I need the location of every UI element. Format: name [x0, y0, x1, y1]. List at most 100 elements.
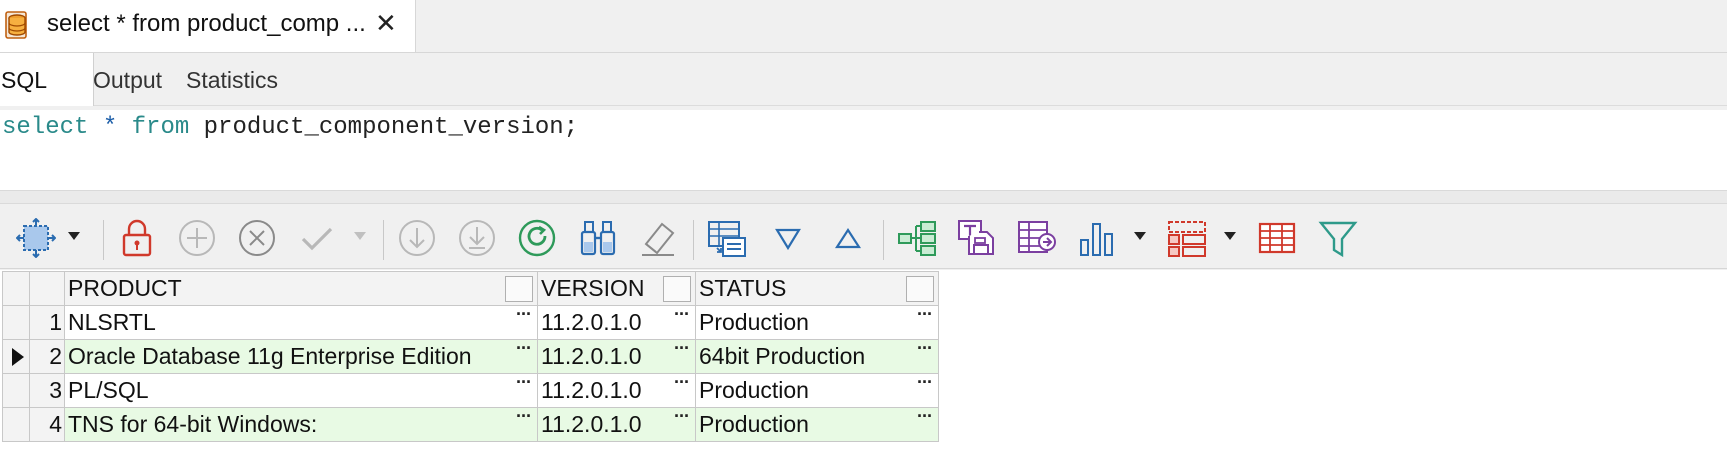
export-text-icon[interactable] [957, 218, 997, 258]
export-grid-icon[interactable] [1017, 218, 1057, 258]
sort-ascending-icon[interactable] [828, 218, 868, 258]
cell-text: 11.2.0.1.0 [541, 343, 642, 369]
cell-version[interactable]: 11.2.0.1.0 ··· [537, 406, 696, 442]
column-filter-checkbox[interactable] [505, 276, 533, 302]
cell-version[interactable]: 11.2.0.1.0 ··· [537, 338, 696, 374]
chevron-down-icon[interactable] [67, 230, 81, 242]
database-icon [5, 11, 27, 39]
table-row[interactable]: 2 Oracle Database 11g Enterprise Edition… [2, 338, 939, 374]
sql-table-name: product_component_version; [189, 114, 579, 141]
fetch-next-icon[interactable] [397, 218, 437, 258]
row-number: 2 [29, 339, 65, 374]
cell-text: 11.2.0.1.0 [541, 309, 642, 335]
close-icon[interactable]: ✕ [375, 8, 397, 39]
ellipsis-button[interactable]: ··· [917, 304, 933, 325]
chevron-down-icon[interactable] [1223, 230, 1237, 242]
toolbar-separator [693, 220, 694, 260]
query-tab[interactable]: select * from product_comp ... ✕ [0, 0, 416, 52]
ellipsis-button[interactable]: ··· [917, 406, 933, 427]
ellipsis-button[interactable]: ··· [674, 406, 690, 427]
ellipsis-button[interactable]: ··· [674, 338, 690, 359]
table-row[interactable]: 1 NLSRTL ··· 11.2.0.1.0 ··· Production ··· [2, 304, 939, 340]
cell-status[interactable]: Production ··· [695, 372, 939, 408]
find-icon[interactable] [578, 218, 618, 258]
sql-editor[interactable]: select * from product_component_version; [0, 110, 1727, 191]
single-record-view-icon[interactable] [707, 218, 747, 258]
column-header-status[interactable]: STATUS [695, 271, 939, 306]
cell-product[interactable]: Oracle Database 11g Enterprise Edition ··… [64, 338, 538, 374]
ellipsis-button[interactable]: ··· [516, 406, 532, 427]
column-filter-checkbox[interactable] [906, 276, 934, 302]
sql-star: * [88, 114, 132, 141]
cell-status[interactable]: Production ··· [695, 406, 939, 442]
cell-product[interactable]: TNS for 64-bit Windows: ··· [64, 406, 538, 442]
row-indicator[interactable] [2, 407, 30, 442]
ellipsis-button[interactable]: ··· [516, 372, 532, 393]
cell-version[interactable]: 11.2.0.1.0 ··· [537, 372, 696, 408]
sort-descending-icon[interactable] [768, 218, 808, 258]
cell-text: Production [699, 377, 809, 403]
toolbar-separator [883, 220, 884, 260]
toolbar-separator [103, 220, 104, 260]
row-indicator[interactable] [2, 339, 30, 374]
layout-icon[interactable] [1167, 218, 1207, 258]
sql-keyword-select: select [2, 114, 89, 141]
tab-sql[interactable]: SQL [0, 53, 94, 106]
cell-text: PL/SQL [68, 377, 149, 403]
data-grid: PRODUCT VERSION STATUS 1 NLSRTL ··· 11.2.… [2, 271, 939, 442]
column-header-label: PRODUCT [68, 275, 182, 301]
add-record-icon[interactable] [177, 218, 217, 258]
clear-icon[interactable] [638, 218, 678, 258]
cell-status[interactable]: Production ··· [695, 304, 939, 340]
column-header-version[interactable]: VERSION [537, 271, 696, 306]
tree-view-icon[interactable] [897, 218, 937, 258]
grid-view-icon[interactable] [1257, 218, 1297, 258]
chart-icon[interactable] [1077, 218, 1117, 258]
result-toolbar [0, 204, 1727, 269]
cell-text: Production [699, 411, 809, 437]
cell-text: Production [699, 309, 809, 335]
table-row[interactable]: 4 TNS for 64-bit Windows: ··· 11.2.0.1.0 ·… [2, 406, 939, 442]
row-number: 4 [29, 407, 65, 442]
ellipsis-button[interactable]: ··· [516, 338, 532, 359]
chevron-down-icon[interactable] [1133, 230, 1147, 242]
ellipsis-button[interactable]: ··· [674, 304, 690, 325]
editor-subtabs: SQL Output Statistics [0, 53, 1727, 106]
cell-version[interactable]: 11.2.0.1.0 ··· [537, 304, 696, 340]
fetch-all-icon[interactable] [457, 218, 497, 258]
ellipsis-button[interactable]: ··· [674, 372, 690, 393]
column-filter-checkbox[interactable] [663, 276, 691, 302]
grid-select-icon[interactable] [15, 217, 57, 259]
delete-record-icon[interactable] [237, 218, 277, 258]
tab-output[interactable]: Output [93, 67, 162, 94]
ellipsis-button[interactable]: ··· [917, 372, 933, 393]
row-number-header [29, 271, 65, 306]
sql-text[interactable]: select * from product_component_version; [2, 114, 578, 141]
ellipsis-button[interactable]: ··· [516, 304, 532, 325]
cell-status[interactable]: 64bit Production ··· [695, 338, 939, 374]
post-edit-icon[interactable] [297, 218, 337, 258]
grid-header-row: PRODUCT VERSION STATUS [2, 271, 939, 306]
cell-text: 11.2.0.1.0 [541, 411, 642, 437]
table-row[interactable]: 3 PL/SQL ··· 11.2.0.1.0 ··· Production ··· [2, 372, 939, 408]
lock-icon[interactable] [117, 218, 157, 258]
cell-text: NLSRTL [68, 309, 156, 335]
editor-splitter[interactable] [0, 191, 1727, 204]
tab-statistics[interactable]: Statistics [186, 67, 278, 94]
column-header-product[interactable]: PRODUCT [64, 271, 538, 306]
cell-product[interactable]: NLSRTL ··· [64, 304, 538, 340]
query-tab-title: select * from product_comp ... [47, 10, 366, 37]
cell-text: TNS for 64-bit Windows: [68, 411, 318, 437]
cell-product[interactable]: PL/SQL ··· [64, 372, 538, 408]
row-number: 1 [29, 305, 65, 340]
row-indicator[interactable] [2, 305, 30, 340]
refresh-icon[interactable] [517, 218, 557, 258]
filter-icon[interactable] [1318, 218, 1358, 258]
row-indicator[interactable] [2, 373, 30, 408]
column-header-label: STATUS [699, 275, 787, 301]
ellipsis-button[interactable]: ··· [917, 338, 933, 359]
toolbar-separator [383, 220, 384, 260]
sql-keyword-from: from [131, 114, 190, 141]
chevron-down-icon[interactable] [353, 230, 367, 242]
tab-sql-label: SQL [1, 67, 48, 93]
